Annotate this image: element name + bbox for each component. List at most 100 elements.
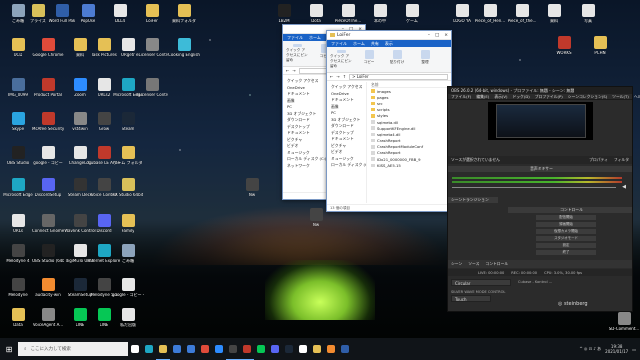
nav-item[interactable]: クイック アクセス [327,84,366,91]
forward-arrow-icon[interactable]: → [292,68,295,73]
mode-select[interactable]: Circular [451,279,511,286]
desktop-icon[interactable]: eLicenser Control Center [136,38,168,68]
tab-home[interactable]: ホーム [309,35,321,41]
desktop-icon[interactable]: ゲーム フォルダ [112,146,144,176]
obs-menu-item[interactable]: シーンコレクション(S) [568,94,607,100]
tab-share[interactable]: 共有 [371,41,379,47]
obs-control-button[interactable]: 録画開始 [536,222,596,227]
obs-menu-item[interactable]: ヘルプ(H) [634,94,640,100]
obs-control-button[interactable]: 配信開始 [536,215,596,220]
desktop-icon[interactable]: McAfee Security Scan Plus [32,112,64,142]
desktop-icon[interactable]: 資料フォルダ [168,4,200,34]
obs-menu-item[interactable]: ツール(T) [612,94,629,100]
desktop-icon[interactable]: Google Chrome [32,38,64,68]
taskbar-steam-button[interactable] [282,338,296,360]
desktop-icon[interactable]: Melodyne 4 [2,244,34,274]
desktop-icon[interactable]: Nw [300,208,332,238]
desktop-icon[interactable]: OBS Studio (64bit) [32,244,64,274]
taskbar-zoom-button[interactable] [212,338,226,360]
desktop-icon[interactable]: google - コピー - 2 [112,278,144,308]
back-arrow-icon[interactable]: ← [286,68,289,73]
obs-menu-item[interactable]: ドック(D) [512,94,529,100]
desktop-icon[interactable]: OBS Studio [2,146,34,176]
minimize-icon[interactable]: – [428,33,430,38]
obs-control-button[interactable]: 仮想カメラ開始 [536,229,596,234]
desktop-icon[interactable]: Steam [112,112,144,142]
desktop-icon[interactable]: URLs [2,214,34,244]
volume-slider[interactable] [452,187,616,188]
desktop-icon[interactable]: Nw [236,178,268,208]
pin-button[interactable]: クイック アクセスにピン留め [286,44,308,63]
desktop-icon[interactable]: Skype [2,112,34,142]
desktop-icon[interactable]: Product Portal [32,78,64,108]
start-button[interactable]: ⊞ [0,338,18,360]
desktop-icon[interactable]: Family [112,214,144,244]
taskbar-mail-button[interactable] [184,338,198,360]
explorer-window-front[interactable]: LoiFer – □ × ファイル ホーム 共有 表示 クイック アクセスにピン留め… [326,30,452,212]
taskbar-explorer-button[interactable] [156,338,170,360]
desktop-icon[interactable]: WORKS [548,36,580,66]
tab-home[interactable]: ホーム [353,41,365,47]
taskbar-discord-button[interactable] [268,338,282,360]
search-box[interactable]: ⌕ ここに入力して検索 [18,342,128,356]
desktop-icon[interactable]: FX Studio 64bit [112,178,144,208]
desktop-icon[interactable]: Cooking English [168,38,200,68]
input-select[interactable]: Touch [451,295,491,302]
organize-button[interactable]: 整理 [414,50,436,69]
pin-button[interactable]: クイック アクセスにピン留め [330,50,352,69]
taskbar-firefox-button[interactable] [324,338,338,360]
obs-control-button[interactable]: 設定 [536,243,596,248]
obs-preview[interactable] [488,102,593,140]
obs-tab[interactable]: コントロール [485,261,508,267]
tray-icons[interactable]: ^ ◎ ⊡ ♪ あ [579,346,601,352]
desktop-icon[interactable]: audacity-win [32,278,64,308]
forward-arrow-icon[interactable]: → [336,74,339,79]
speaker-icon[interactable]: ◀ [622,184,626,190]
taskbar-obs-button[interactable] [226,338,240,360]
taskbar-task-view-button[interactable] [128,338,142,360]
obs-menu-item[interactable]: 表示(V) [494,94,507,100]
obs-control-button[interactable]: スタジオモード [536,236,596,241]
address-input[interactable]: > LoiFer [349,73,448,80]
desktop-icon[interactable]: UCD [2,38,34,68]
up-arrow-icon[interactable]: ↑ [343,74,346,79]
desktop-icon[interactable]: PopUse [72,4,104,34]
desktop-icon[interactable]: Microsoft Edge [2,178,34,208]
back-arrow-icon[interactable]: ← [330,74,333,79]
obs-window[interactable]: OBS 26.0.2 (64-bit, windows) - プロファイル: 無… [447,86,640,312]
taskbar-chrome-button[interactable] [198,338,212,360]
taskbar-photos-button[interactable] [296,338,310,360]
nav-item[interactable]: ローカル ディスク (C:) [327,162,366,169]
desktop-icon[interactable]: Data [2,308,34,338]
obs-menu-item[interactable]: ファイル(F) [451,94,471,100]
address-bar[interactable]: ← → ↑ > LoiFer [327,73,451,81]
title-bar[interactable]: LoiFer – □ × [327,31,451,40]
desktop-icon[interactable]: Connect Gnome [32,214,64,244]
desktop-icon[interactable]: PCHN [584,36,616,66]
taskbar-store-button[interactable] [170,338,184,360]
obs-menu-item[interactable]: 編集(E) [476,94,489,100]
desktop-icon[interactable]: DLL4 [104,4,136,34]
desktop-icon[interactable]: DiscordSetup [32,178,64,208]
desktop-icon[interactable]: ごみ箱 [112,244,144,274]
tab-file[interactable]: ファイル [331,41,347,47]
properties-button[interactable]: プロパティ [589,157,608,163]
clock[interactable]: 19:38 2021/01/17 [605,344,628,354]
taskbar-folder-button[interactable] [310,338,324,360]
obs-control-button[interactable]: 終了 [536,250,596,255]
desktop-icon[interactable]: IMG_0099 [2,78,34,108]
filter-button[interactable]: フィルタ [614,157,629,163]
maximize-icon[interactable]: □ [435,33,439,38]
desktop-icon[interactable]: google - コピー [32,146,64,176]
taskbar-edge-button[interactable] [142,338,156,360]
desktop-icon[interactable]: Melodyne [2,278,34,308]
desktop-icon[interactable]: LoiFer [136,4,168,34]
desktop-icon[interactable]: eLicenser Control Center [136,78,168,108]
notification-icon[interactable]: ▭ [632,347,636,352]
desktop-icon[interactable]: Piece_of_Hen... [474,4,506,34]
taskbar-cubase-button[interactable] [240,338,254,360]
tab-view[interactable]: 表示 [385,41,393,47]
paste-button[interactable]: 貼り付け [386,50,408,69]
close-icon[interactable]: × [444,33,448,38]
obs-menu-item[interactable]: プロファイル(P) [535,94,563,100]
